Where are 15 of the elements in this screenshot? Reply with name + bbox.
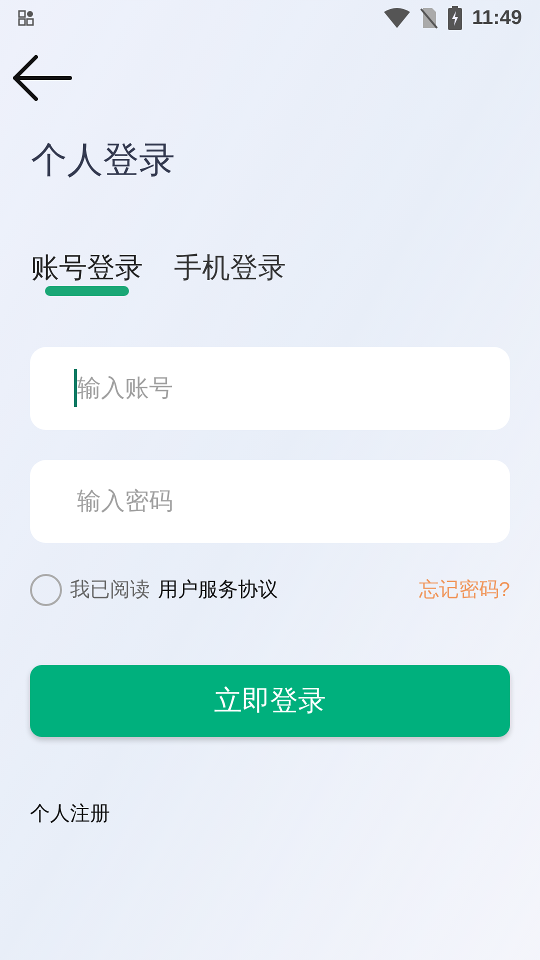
agreement-link[interactable]: 用户服务协议	[158, 575, 278, 605]
input-field[interactable]: 输入账号	[30, 347, 510, 430]
login-tab[interactable]: 账号登录	[31, 248, 143, 298]
clock-time: 11:49	[472, 6, 522, 31]
wifi-icon	[384, 8, 410, 28]
register-link[interactable]: 个人注册	[30, 799, 110, 829]
input-field[interactable]: 输入密码	[30, 460, 510, 543]
page-title: 个人登录	[30, 138, 176, 182]
agreement-checkbox[interactable]	[30, 574, 62, 606]
agreement-text: 我已阅读	[70, 578, 150, 603]
battery-charging-icon	[448, 6, 462, 30]
back-icon[interactable]	[12, 54, 72, 102]
login-tab[interactable]: 手机登录	[174, 248, 286, 298]
no-sim-icon	[420, 7, 438, 29]
apps-icon	[18, 10, 34, 26]
